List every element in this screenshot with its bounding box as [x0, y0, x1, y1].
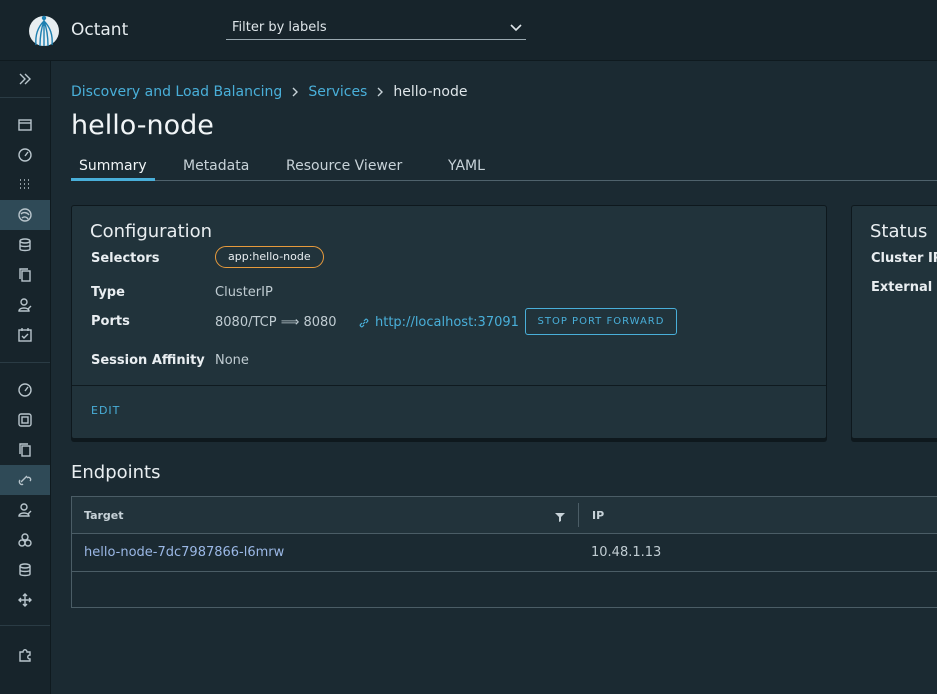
tab-metadata[interactable]: Metadata — [183, 158, 249, 180]
chevron-right-icon — [292, 87, 299, 97]
endpoints-title: Endpoints — [71, 462, 161, 483]
sidebar-item-custom-resources[interactable] — [0, 260, 50, 290]
sidebar-divider — [0, 625, 50, 626]
double-chevron-right-icon — [19, 73, 31, 85]
sidebar-item-namespaces[interactable] — [0, 405, 50, 435]
chevron-right-icon — [377, 87, 384, 97]
selector-chip: app:hello-node — [215, 246, 324, 268]
tab-summary[interactable]: Summary — [71, 158, 155, 181]
user-key-icon — [18, 503, 32, 517]
endpoint-ip: 10.48.1.13 — [591, 545, 662, 560]
sidebar-item-cluster-overview[interactable] — [0, 375, 50, 405]
ports-value: 8080/TCP ⟹ 8080 — [215, 315, 337, 330]
chevron-down-icon — [510, 24, 522, 32]
tab-bar: Summary Metadata Resource Viewer YAML — [71, 158, 937, 181]
sidebar-item-workloads[interactable] — [0, 170, 50, 200]
database-icon — [19, 238, 31, 252]
dashboard-gauge-icon — [18, 148, 32, 162]
type-label: Type — [91, 285, 125, 300]
network-globe-icon — [18, 208, 32, 222]
label-filter-select[interactable]: Filter by labels — [226, 17, 526, 40]
sidebar — [0, 61, 51, 694]
column-header-target[interactable]: Target — [84, 509, 124, 522]
ports-label: Ports — [91, 314, 130, 329]
edit-button[interactable]: EDIT — [91, 404, 120, 417]
stop-port-forward-button[interactable]: STOP PORT FORWARD — [525, 308, 677, 335]
tab-yaml[interactable]: YAML — [448, 158, 485, 180]
status-card: Status Cluster IP External IP — [851, 205, 937, 439]
sidebar-divider — [0, 97, 50, 98]
type-value: ClusterIP — [215, 285, 273, 300]
configuration-title: Configuration — [90, 221, 213, 242]
grid-dots-icon — [20, 179, 29, 189]
session-affinity-value: None — [215, 353, 249, 368]
copy-documents-icon — [19, 268, 31, 282]
configuration-card: Configuration Selectors app:hello-node T… — [71, 205, 827, 439]
selectors-label: Selectors — [91, 251, 160, 266]
breadcrumb-link-services[interactable]: Services — [308, 84, 367, 100]
filter-funnel-icon[interactable] — [555, 512, 565, 522]
sidebar-item-config-storage[interactable] — [0, 230, 50, 260]
sidebar-item-nodes[interactable] — [0, 525, 50, 555]
sidebar-divider — [0, 362, 50, 363]
app-title: Octant — [71, 20, 129, 40]
sidebar-item-applications[interactable] — [0, 110, 50, 140]
sidebar-item-storage[interactable] — [0, 555, 50, 585]
breadcrumb: Discovery and Load Balancing Services he… — [71, 84, 467, 100]
nodes-circles-icon — [18, 533, 32, 547]
tab-resource-viewer[interactable]: Resource Viewer — [286, 158, 402, 180]
label-filter-text: Filter by labels — [232, 20, 327, 35]
copy-documents-icon — [19, 443, 31, 457]
link-icon — [359, 318, 369, 328]
column-divider[interactable] — [578, 503, 579, 527]
link-chain-icon — [18, 475, 32, 486]
port-forward-link[interactable]: http://localhost:37091 — [375, 315, 519, 330]
table-header: Target IP — [72, 497, 937, 534]
sidebar-item-port-forwards[interactable] — [0, 585, 50, 615]
breadcrumb-link-discovery[interactable]: Discovery and Load Balancing — [71, 84, 282, 100]
external-ip-label: External IP — [871, 280, 937, 295]
breadcrumb-current: hello-node — [393, 84, 468, 100]
status-title: Status — [870, 221, 928, 242]
database-icon — [19, 563, 31, 577]
page-title: hello-node — [71, 110, 214, 141]
sidebar-item-cluster-custom-resources[interactable] — [0, 435, 50, 465]
user-key-icon — [18, 298, 32, 312]
calendar-check-icon — [18, 328, 32, 342]
sidebar-item-rbac[interactable] — [0, 290, 50, 320]
sidebar-item-discovery-load-balancing[interactable] — [0, 200, 50, 230]
sidebar-item-cluster-network[interactable] — [0, 465, 50, 495]
octant-logo-icon[interactable] — [28, 13, 60, 49]
browser-window-icon — [18, 119, 32, 131]
puzzle-piece-icon — [19, 649, 31, 662]
sidebar-expand-button[interactable] — [0, 64, 50, 94]
cluster-ip-label: Cluster IP — [871, 251, 937, 266]
move-arrows-icon — [18, 593, 32, 607]
sidebar-item-plugins[interactable] — [0, 640, 50, 670]
namespace-icon — [18, 413, 32, 427]
endpoints-table: Target IP hello-node-7dc7987866-l6mrw 10… — [71, 496, 937, 608]
table-row: hello-node-7dc7987866-l6mrw 10.48.1.13 — [72, 534, 937, 572]
sidebar-item-namespace-overview[interactable] — [0, 140, 50, 170]
endpoint-target-link[interactable]: hello-node-7dc7987866-l6mrw — [84, 545, 284, 560]
sidebar-item-events[interactable] — [0, 320, 50, 350]
dashboard-gauge-icon — [18, 383, 32, 397]
session-affinity-label: Session Affinity — [91, 353, 205, 368]
top-bar: Octant Filter by labels — [0, 0, 937, 61]
sidebar-item-cluster-rbac[interactable] — [0, 495, 50, 525]
card-footer-divider — [72, 385, 826, 386]
column-header-ip[interactable]: IP — [592, 509, 604, 522]
